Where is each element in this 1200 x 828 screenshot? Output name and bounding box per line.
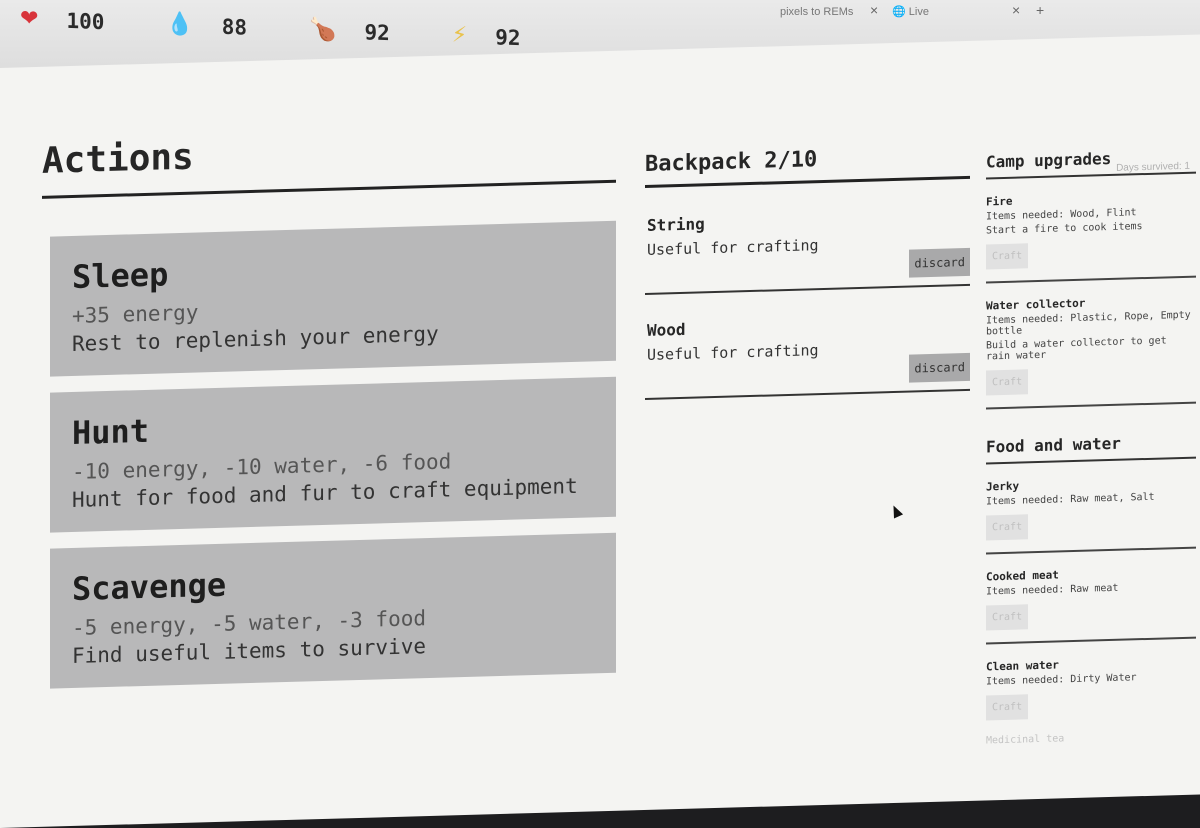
recipe-medicinal-tea: Medicinal tea bbox=[986, 733, 1065, 747]
hunt-action-card[interactable]: Hunt -10 energy, -10 water, -6 food Hunt… bbox=[50, 376, 616, 533]
tab-strip: pixels to REMs × 🌐 Live × + bbox=[780, 0, 1200, 34]
water-value: 88 bbox=[221, 14, 248, 40]
tab-pixels-to-rems[interactable]: pixels to REMs bbox=[780, 0, 900, 30]
drumstick-icon: 🍗 bbox=[309, 17, 337, 44]
globe-icon: 🌐 bbox=[892, 6, 906, 18]
food-value: 92 bbox=[364, 19, 390, 45]
item-name: String bbox=[647, 214, 705, 235]
item-name: Wood bbox=[647, 319, 686, 340]
recipe-water-collector: Water collector Items needed: Plastic, R… bbox=[986, 277, 1196, 410]
energy-value: 92 bbox=[495, 24, 521, 50]
craft-button[interactable]: Craft bbox=[986, 694, 1029, 721]
recipe-fire: Fire Items needed: Wood, Flint Start a f… bbox=[986, 173, 1196, 284]
health-value: 100 bbox=[66, 8, 105, 34]
game-page: Days survived: 1 Actions Sleep +35 energ… bbox=[0, 34, 1200, 828]
scavenge-action-card[interactable]: Scavenge -5 energy, -5 water, -3 food Fi… bbox=[50, 532, 616, 689]
lightning-icon: ⚡ bbox=[451, 22, 468, 49]
actions-title: Actions bbox=[42, 124, 616, 199]
recipe-ingredients: Items needed: Plastic, Rope, Empty bottl… bbox=[986, 309, 1191, 338]
action-name: Scavenge bbox=[72, 565, 227, 608]
new-tab-button[interactable]: + bbox=[1036, 2, 1044, 18]
backpack-item: String Useful for crafting discard bbox=[645, 178, 970, 295]
crafting-column: Camp upgrades Fire Items needed: Wood, F… bbox=[986, 146, 1196, 747]
tab-label: pixels to REMs bbox=[780, 6, 854, 18]
action-name: Hunt bbox=[72, 411, 150, 452]
craft-button[interactable]: Craft bbox=[986, 604, 1029, 631]
recipe-description: Start a fire to cook items bbox=[986, 221, 1143, 237]
recipe-cooked-meat: Cooked meat Items needed: Raw meat Craft bbox=[986, 548, 1196, 645]
recipe-jerky: Jerky Items needed: Raw meat, Salt Craft bbox=[986, 458, 1196, 555]
craft-button[interactable]: Craft bbox=[986, 243, 1029, 270]
recipe-ingredients: Items needed: Dirty Water bbox=[986, 672, 1137, 688]
action-name: Sleep bbox=[72, 255, 169, 296]
actions-column: Actions Sleep +35 energy Rest to repleni… bbox=[42, 124, 616, 689]
craft-button[interactable]: Craft bbox=[986, 369, 1029, 396]
close-icon[interactable]: × bbox=[870, 2, 878, 18]
tab-label: Live bbox=[908, 6, 929, 18]
food-stat: 🍗 92 bbox=[309, 17, 390, 45]
recipe-description: Build a water collector to get rain wate… bbox=[986, 335, 1167, 363]
recipe-ingredients: Items needed: Raw meat, Salt bbox=[986, 491, 1155, 508]
heart-icon: ❤ bbox=[20, 6, 39, 32]
water-drop-icon: 💧 bbox=[166, 11, 194, 38]
recipe-ingredients: Items needed: Raw meat bbox=[986, 582, 1119, 598]
energy-stat: ⚡ 92 bbox=[452, 23, 521, 51]
sleep-action-card[interactable]: Sleep +35 energy Rest to replenish your … bbox=[50, 220, 616, 377]
recipe-clean-water: Clean water Items needed: Dirty Water Cr… bbox=[986, 639, 1196, 733]
discard-button[interactable]: discard bbox=[909, 247, 970, 278]
discard-button[interactable]: discard bbox=[909, 352, 970, 383]
backpack-column: Backpack 2/10 String Useful for crafting… bbox=[645, 142, 970, 400]
water-stat: 💧 88 bbox=[166, 12, 247, 40]
backpack-item: Wood Useful for crafting discard bbox=[645, 285, 970, 400]
health-stat: ❤ 100 bbox=[20, 6, 104, 34]
craft-button[interactable]: Craft bbox=[986, 514, 1029, 541]
close-icon[interactable]: × bbox=[1012, 2, 1020, 18]
